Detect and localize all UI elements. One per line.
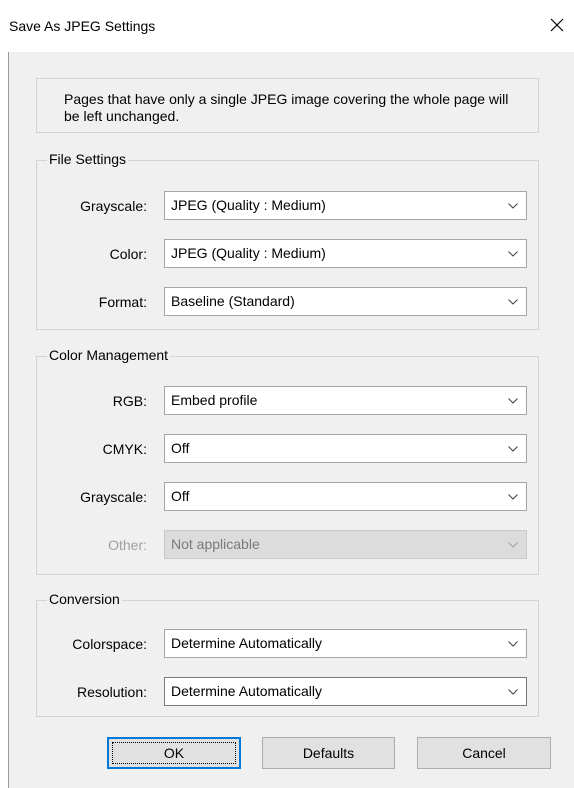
rgb-label: RGB:: [112, 393, 147, 409]
defaults-button-label: Defaults: [302, 745, 355, 761]
conversion-title: Conversion: [47, 591, 122, 607]
file-grayscale-value: JPEG (Quality : Medium): [171, 197, 326, 213]
rgb-dropdown[interactable]: Embed profile: [164, 386, 527, 415]
grayscale-label: Grayscale:: [80, 198, 147, 214]
cmyk-value: Off: [171, 440, 190, 456]
cancel-button[interactable]: Cancel: [417, 737, 551, 769]
chevron-down-icon: [508, 689, 518, 695]
colorspace-dropdown[interactable]: Determine Automatically: [164, 629, 527, 658]
other-value: Not applicable: [171, 536, 260, 552]
chevron-down-icon: [508, 641, 518, 647]
chevron-down-icon: [508, 446, 518, 452]
info-text: Pages that have only a single JPEG image…: [64, 91, 509, 124]
file-settings-title: File Settings: [47, 151, 129, 167]
file-format-value: Baseline (Standard): [171, 293, 295, 309]
cm-grayscale-dropdown[interactable]: Off: [164, 482, 527, 511]
color-label: Color:: [109, 246, 147, 262]
colorspace-value: Determine Automatically: [171, 635, 322, 651]
chevron-down-icon: [508, 398, 518, 404]
format-label: Format:: [98, 294, 147, 310]
ok-button[interactable]: OK: [107, 737, 241, 769]
cm-grayscale-value: Off: [171, 488, 190, 504]
file-settings-group: File Settings Grayscale: JPEG (Quality :…: [36, 151, 539, 330]
resolution-dropdown[interactable]: Determine Automatically: [164, 677, 527, 706]
cm-grayscale-label: Grayscale:: [80, 489, 147, 505]
colorspace-label: Colorspace:: [72, 636, 147, 652]
rgb-value: Embed profile: [171, 392, 258, 408]
chevron-down-icon: [508, 251, 518, 257]
chevron-down-icon: [508, 203, 518, 209]
close-button[interactable]: [540, 8, 574, 42]
file-color-dropdown[interactable]: JPEG (Quality : Medium): [164, 239, 527, 268]
file-color-value: JPEG (Quality : Medium): [171, 245, 326, 261]
other-label: Other:: [108, 537, 147, 553]
resolution-label: Resolution:: [76, 684, 147, 700]
color-management-group: Color Management RGB: Embed profile CMYK…: [36, 347, 539, 575]
file-grayscale-dropdown[interactable]: JPEG (Quality : Medium): [164, 191, 527, 220]
file-format-dropdown[interactable]: Baseline (Standard): [164, 287, 527, 316]
other-dropdown: Not applicable: [164, 530, 527, 559]
resolution-value: Determine Automatically: [171, 683, 322, 699]
chevron-down-icon: [508, 299, 518, 305]
dialog-body: Pages that have only a single JPEG image…: [8, 52, 574, 788]
defaults-button[interactable]: Defaults: [262, 737, 395, 769]
info-box: Pages that have only a single JPEG image…: [36, 78, 539, 133]
close-icon: [550, 18, 564, 32]
cmyk-dropdown[interactable]: Off: [164, 434, 527, 463]
chevron-down-icon: [508, 494, 518, 500]
cmyk-label: CMYK:: [102, 441, 147, 457]
cancel-button-label: Cancel: [462, 745, 506, 761]
conversion-group: Conversion Colorspace: Determine Automat…: [36, 591, 539, 717]
title-bar: Save As JPEG Settings: [0, 0, 574, 52]
chevron-down-icon: [508, 542, 518, 548]
window-title: Save As JPEG Settings: [9, 18, 156, 34]
color-management-title: Color Management: [47, 347, 171, 363]
